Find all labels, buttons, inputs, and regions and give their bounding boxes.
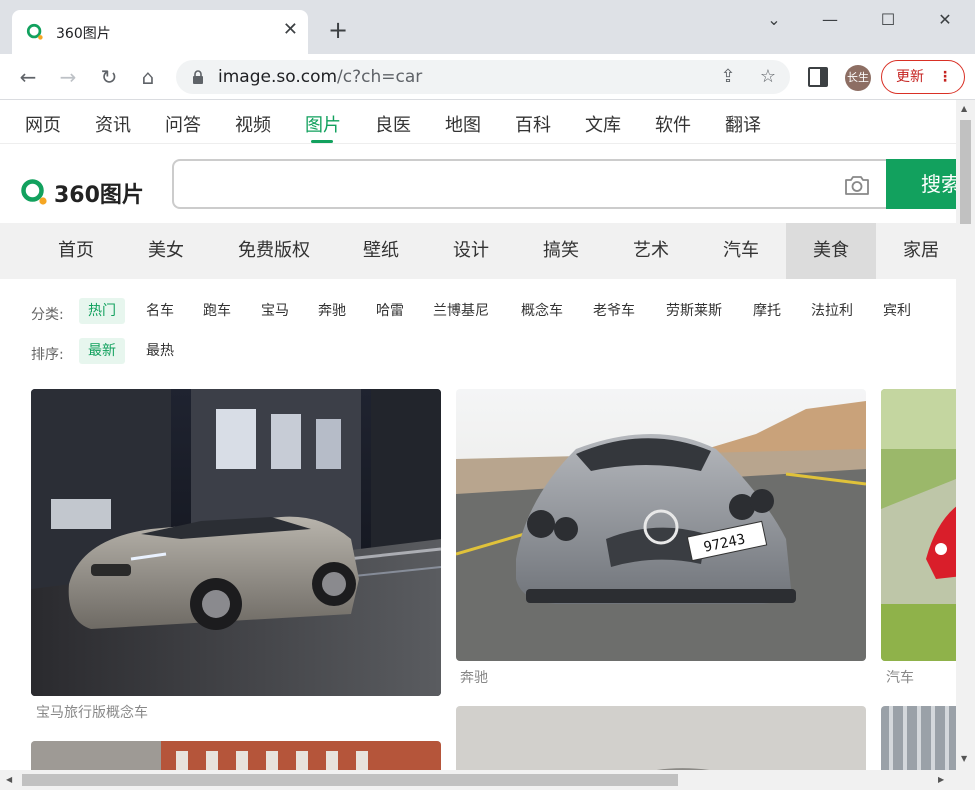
image-card-car[interactable] bbox=[881, 389, 956, 661]
filter-chip[interactable]: 宝马 bbox=[252, 298, 298, 324]
new-tab-icon[interactable]: + bbox=[328, 18, 348, 42]
horizontal-scrollbar[interactable]: ◀ ▶ bbox=[0, 770, 975, 790]
scroll-up-icon[interactable]: ▲ bbox=[961, 104, 967, 113]
topnav-item-translate[interactable]: 翻译 bbox=[725, 111, 761, 137]
image-card-bmw[interactable] bbox=[31, 389, 441, 696]
share-icon[interactable]: ⇪ bbox=[716, 65, 740, 89]
image-card-striped[interactable] bbox=[881, 706, 956, 770]
url-host: image.so.com bbox=[218, 67, 338, 87]
tab-close-icon[interactable]: ✕ bbox=[283, 21, 298, 39]
active-tab-indicator bbox=[311, 140, 333, 143]
image-card-gray[interactable] bbox=[456, 706, 866, 770]
image-caption[interactable]: 汽车 bbox=[886, 667, 914, 687]
url-text[interactable]: image.so.com/c?ch=car bbox=[218, 67, 422, 87]
filter-chip[interactable]: 兰博基尼 bbox=[424, 298, 498, 324]
topnav-item-qa[interactable]: 问答 bbox=[165, 111, 201, 137]
360-logo-icon bbox=[26, 23, 43, 40]
filter-chip[interactable]: 跑车 bbox=[194, 298, 240, 324]
url-path: /c?ch=car bbox=[337, 67, 423, 87]
topnav-item-software[interactable]: 软件 bbox=[655, 111, 691, 137]
reload-icon[interactable]: ↻ bbox=[96, 64, 122, 90]
vertical-scrollbar[interactable]: ▲ ▼ bbox=[956, 100, 975, 770]
category-beauty[interactable]: 美女 bbox=[126, 223, 206, 279]
lock-icon bbox=[193, 70, 203, 84]
category-wallpaper[interactable]: 壁纸 bbox=[341, 223, 421, 279]
bmw-car-image bbox=[31, 389, 441, 696]
page-content: 网页 资讯 问答 视频 图片 良医 地图 百科 文库 软件 翻译 360图片 搜… bbox=[0, 100, 956, 770]
mercedes-car-image: 97243 bbox=[456, 389, 866, 661]
tab-title: 360图片 bbox=[56, 26, 111, 42]
striped-image bbox=[881, 706, 956, 770]
topnav-item-map[interactable]: 地图 bbox=[445, 111, 481, 137]
close-window-icon[interactable]: ✕ bbox=[925, 8, 965, 32]
sort-chip-hottest[interactable]: 最热 bbox=[137, 338, 183, 364]
building-image bbox=[31, 741, 441, 770]
browser-tab[interactable]: 360图片 ✕ bbox=[12, 10, 308, 54]
more-icon: ⋮ bbox=[938, 69, 952, 85]
maximize-icon[interactable]: ☐ bbox=[868, 8, 908, 32]
filter-chip[interactable]: 奔驰 bbox=[309, 298, 355, 324]
filter-chip[interactable]: 老爷车 bbox=[584, 298, 644, 324]
filter-chip[interactable]: 劳斯莱斯 bbox=[657, 298, 731, 324]
sports-car-image bbox=[881, 389, 956, 661]
star-icon[interactable]: ☆ bbox=[756, 65, 780, 89]
back-icon[interactable]: ← bbox=[15, 64, 41, 90]
search-input[interactable] bbox=[172, 159, 888, 209]
category-home-decor[interactable]: 家居 bbox=[881, 223, 956, 279]
type-filter-label: 分类: bbox=[31, 307, 64, 323]
home-icon[interactable]: ⌂ bbox=[135, 64, 161, 90]
top-navigation: 网页 资讯 问答 视频 图片 良医 地图 百科 文库 软件 翻译 bbox=[0, 100, 956, 144]
address-bar[interactable]: image.so.com/c?ch=car ⇪ ☆ bbox=[176, 60, 790, 94]
category-funny[interactable]: 搞笑 bbox=[521, 223, 601, 279]
minimize-icon[interactable]: — bbox=[810, 8, 850, 32]
topnav-item-news[interactable]: 资讯 bbox=[95, 111, 131, 137]
scroll-down-icon[interactable]: ▼ bbox=[961, 754, 967, 763]
sort-chip-newest[interactable]: 最新 bbox=[79, 338, 125, 364]
vertical-scroll-thumb[interactable] bbox=[960, 120, 971, 224]
category-home[interactable]: 首页 bbox=[36, 223, 116, 279]
update-label: 更新 bbox=[896, 69, 924, 85]
gray-car-image bbox=[456, 706, 866, 770]
browser-titlebar: 360图片 ✕ + ⌄ — ☐ ✕ bbox=[0, 0, 975, 54]
category-food[interactable]: 美食 bbox=[786, 223, 876, 279]
update-button[interactable]: 更新 ⋮ bbox=[881, 60, 965, 94]
360-logo-icon bbox=[21, 179, 47, 205]
filter-chip-hot[interactable]: 热门 bbox=[79, 298, 125, 324]
category-car[interactable]: 汽车 bbox=[701, 223, 781, 279]
topnav-item-images[interactable]: 图片 bbox=[305, 111, 341, 137]
avatar[interactable]: 长生 bbox=[845, 65, 871, 91]
topnav-item-baike[interactable]: 百科 bbox=[515, 111, 551, 137]
topnav-item-webpage[interactable]: 网页 bbox=[25, 111, 61, 137]
image-card-mercedes[interactable]: 97243 bbox=[456, 389, 866, 661]
category-bar: 首页 美女 免费版权 壁纸 设计 搞笑 艺术 汽车 美食 家居 bbox=[0, 223, 956, 279]
logo-text: 360图片 bbox=[54, 183, 144, 208]
filter-chip[interactable]: 哈雷 bbox=[367, 298, 413, 324]
topnav-item-health[interactable]: 良医 bbox=[375, 111, 411, 137]
horizontal-scroll-thumb[interactable] bbox=[22, 774, 678, 786]
forward-icon[interactable]: → bbox=[55, 64, 81, 90]
category-free-copyright[interactable]: 免费版权 bbox=[224, 223, 324, 279]
camera-icon[interactable] bbox=[844, 174, 870, 196]
chevron-down-icon[interactable]: ⌄ bbox=[754, 8, 794, 32]
search-button[interactable]: 搜索 bbox=[886, 159, 956, 209]
browser-toolbar: ← → ↻ ⌂ image.so.com/c?ch=car ⇪ ☆ 长生 更新 … bbox=[0, 54, 975, 100]
topnav-item-library[interactable]: 文库 bbox=[585, 111, 621, 137]
scroll-right-icon[interactable]: ▶ bbox=[938, 775, 944, 784]
filter-chip[interactable]: 概念车 bbox=[512, 298, 572, 324]
filter-chip[interactable]: 摩托 bbox=[744, 298, 790, 324]
sort-filter-label: 排序: bbox=[31, 347, 64, 363]
image-card-building[interactable] bbox=[31, 741, 441, 770]
filter-chip[interactable]: 宾利 bbox=[874, 298, 920, 324]
category-art[interactable]: 艺术 bbox=[611, 223, 691, 279]
topnav-item-video[interactable]: 视频 bbox=[235, 111, 271, 137]
side-panel-icon[interactable] bbox=[808, 67, 828, 87]
category-design[interactable]: 设计 bbox=[431, 223, 511, 279]
scroll-left-icon[interactable]: ◀ bbox=[6, 775, 12, 784]
image-caption[interactable]: 宝马旅行版概念车 bbox=[36, 702, 148, 722]
filter-chip[interactable]: 法拉利 bbox=[802, 298, 862, 324]
image-caption[interactable]: 奔驰 bbox=[460, 667, 488, 687]
filter-chip[interactable]: 名车 bbox=[137, 298, 183, 324]
